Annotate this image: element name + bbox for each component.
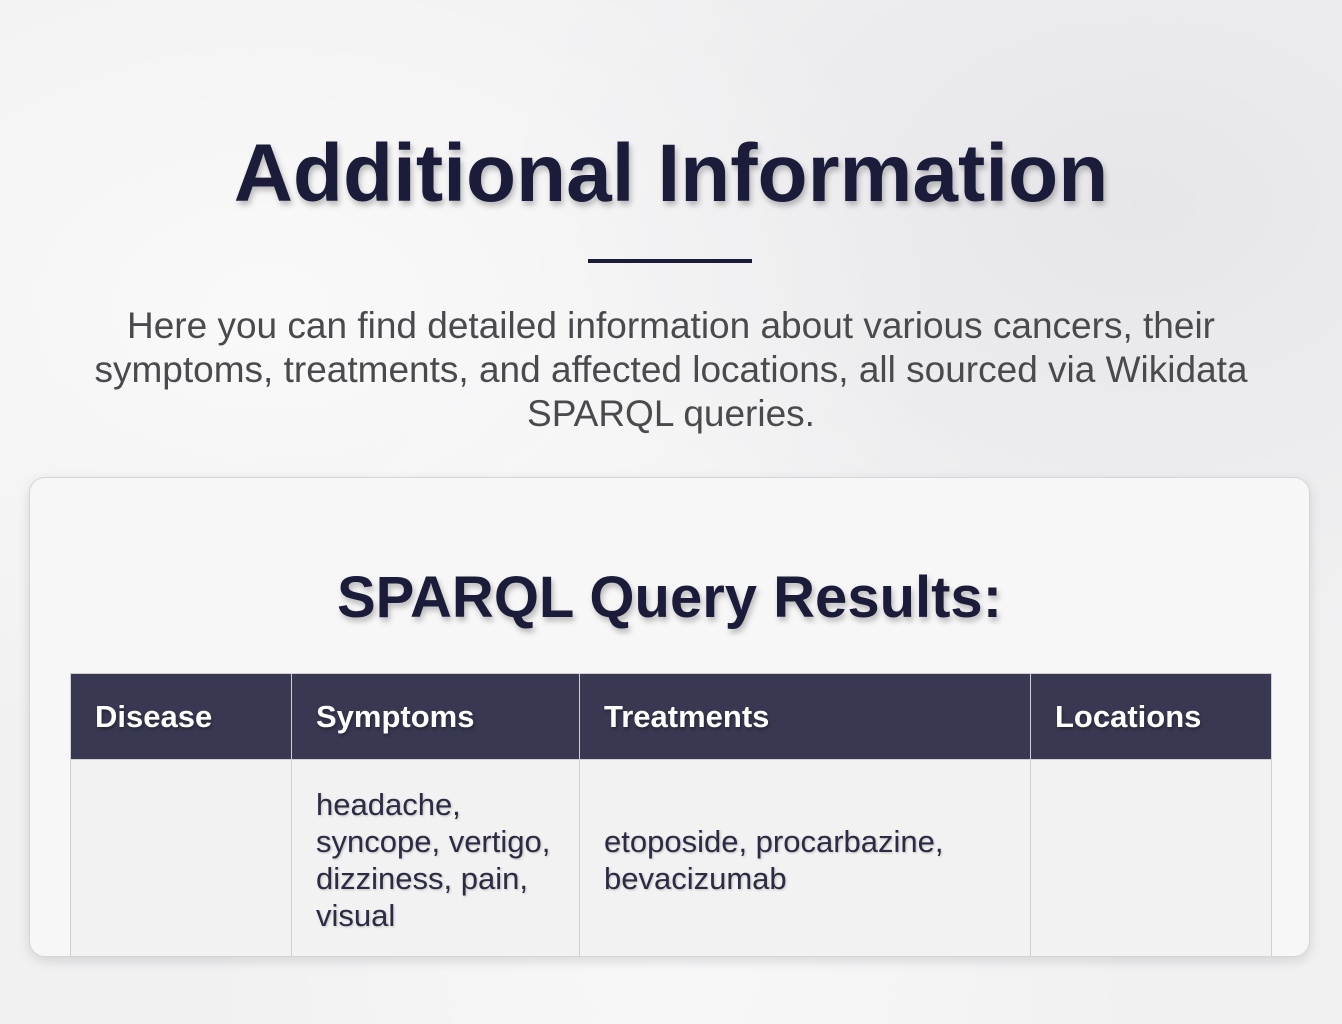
- page-title: Additional Information: [233, 128, 1109, 219]
- title-divider: [588, 259, 752, 263]
- cell-disease: [70, 759, 292, 956]
- table-row: headache, syncope, vertigo, dizziness, p…: [70, 759, 1272, 956]
- column-header-symptoms: Symptoms: [291, 673, 580, 760]
- results-card: SPARQL Query Results: Disease Symptoms T…: [29, 477, 1310, 957]
- cell-symptoms: headache, syncope, vertigo, dizziness, p…: [291, 759, 580, 956]
- results-title: SPARQL Query Results:: [336, 565, 1003, 630]
- results-table: Disease Symptoms Treatments Locations he…: [70, 673, 1272, 956]
- cell-locations: [1030, 759, 1272, 956]
- column-header-disease: Disease: [70, 673, 292, 760]
- intro-text: Here you can find detailed information a…: [94, 305, 1248, 434]
- column-header-locations: Locations: [1030, 673, 1272, 760]
- table-header-row: Disease Symptoms Treatments Locations: [70, 673, 1272, 760]
- column-header-treatments: Treatments: [579, 673, 1031, 760]
- cell-treatments: etoposide, procarbazine, bevacizumab: [579, 759, 1031, 956]
